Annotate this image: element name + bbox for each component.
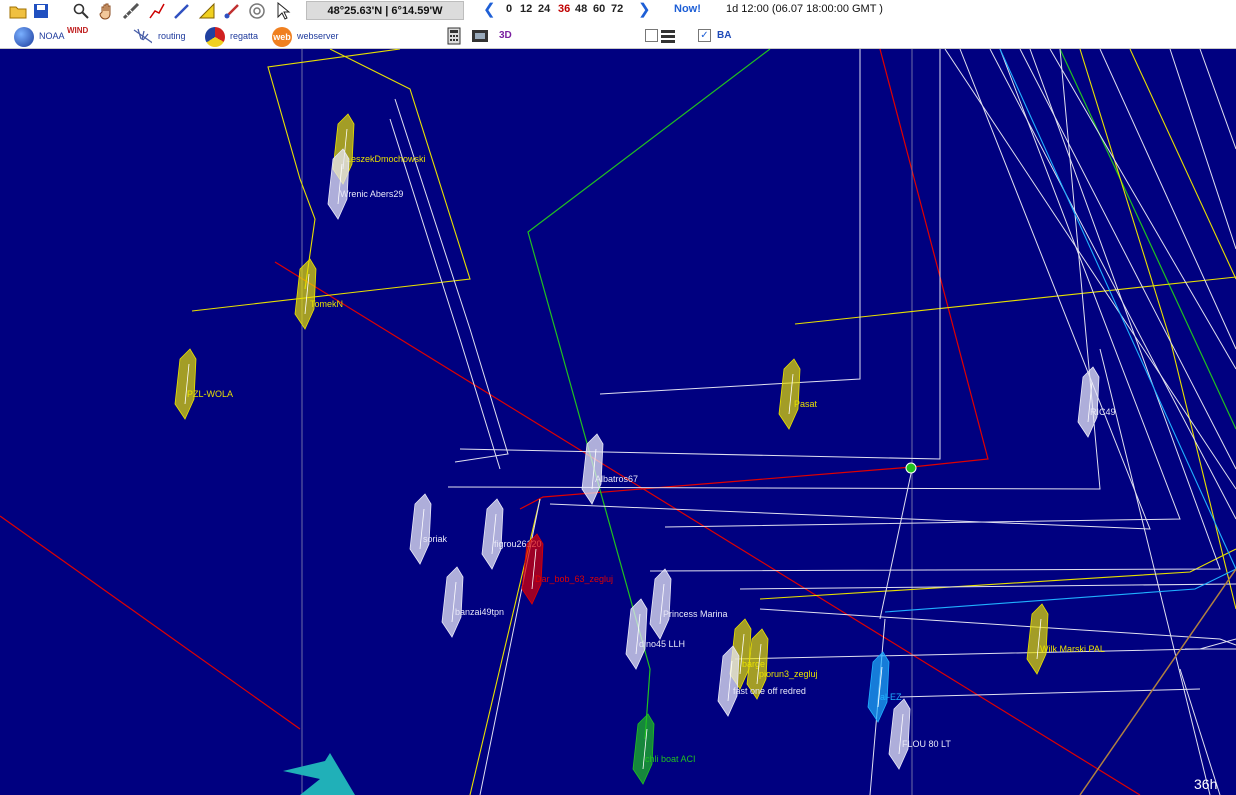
boat-label: soriak bbox=[423, 534, 448, 544]
regatta-icon[interactable] bbox=[205, 27, 225, 47]
step-forward-arrow-icon[interactable]: ❯ bbox=[638, 0, 651, 18]
pointer-arrow-icon[interactable] bbox=[273, 1, 293, 21]
boat-label: Albatros67 bbox=[595, 474, 638, 484]
boat-label: fast one off redred bbox=[733, 686, 806, 696]
boat-hull-icon bbox=[174, 348, 197, 420]
toolbar-row-main: 48°25.63'N | 6°14.59'W ❮ 0 12 24 36 48 6… bbox=[0, 0, 1236, 22]
cursor-coordinates: 48°25.63'N | 6°14.59'W bbox=[306, 1, 464, 20]
race-map[interactable]: LeszekDmochowski Wrenic Abers29 TomekN PZL-… bbox=[0, 49, 1236, 795]
boat-soriak[interactable]: soriak bbox=[409, 493, 448, 565]
hours-label: 36h bbox=[1194, 776, 1217, 792]
boat-label: Pasat bbox=[794, 399, 818, 409]
toolbar: 48°25.63'N | 6°14.59'W ❮ 0 12 24 36 48 6… bbox=[0, 0, 1236, 49]
layer-toggle-checkbox[interactable] bbox=[645, 29, 658, 42]
boat-hull-icon bbox=[717, 645, 740, 717]
boat-chli-boat-aci[interactable]: chli boat ACI bbox=[632, 713, 696, 785]
calculator-icon[interactable] bbox=[444, 26, 464, 46]
web-icon[interactable]: web bbox=[272, 27, 292, 47]
boat-hull-icon bbox=[441, 566, 464, 638]
boat-hull-icon bbox=[1077, 366, 1100, 438]
time-info: 1d 12:00 (06.07 18:00:00 GMT ) bbox=[726, 3, 883, 15]
time-step-60[interactable]: 60 bbox=[593, 3, 605, 15]
waypoint-marker[interactable] bbox=[905, 462, 917, 474]
boat-hull-icon bbox=[1026, 603, 1049, 675]
target-icon[interactable] bbox=[247, 1, 267, 21]
boat-hull-icon bbox=[778, 358, 801, 430]
toolbar-row-secondary: NOAA WIND routing regatta web webserver … bbox=[0, 25, 1236, 47]
now-button[interactable]: Now! bbox=[674, 3, 701, 15]
boats-layer: LeszekDmochowski Wrenic Abers29 TomekN PZL-… bbox=[174, 113, 1116, 785]
boat-pzl-wola[interactable]: PZL-WOLA bbox=[174, 348, 233, 420]
boat-label: al-EZ bbox=[880, 692, 902, 702]
menu-lines-icon[interactable] bbox=[658, 26, 678, 46]
hand-pan-icon[interactable] bbox=[97, 1, 117, 21]
time-step-36[interactable]: 36 bbox=[558, 3, 570, 15]
boat-label: piorun3_zegluj bbox=[759, 669, 818, 679]
routes-white bbox=[389, 49, 1236, 795]
boat-label: Wrenic Abers29 bbox=[340, 189, 403, 199]
boat-label: RIC49 bbox=[1090, 407, 1116, 417]
boat-hull-icon bbox=[294, 258, 317, 330]
boat-princess-marina[interactable]: Princess Marina bbox=[649, 568, 728, 640]
boat-label: LeszekDmochowski bbox=[346, 154, 426, 164]
open-folder-icon[interactable] bbox=[8, 1, 28, 21]
time-step-12[interactable]: 12 bbox=[520, 3, 532, 15]
boat-wilk-marski-pal[interactable]: Wilk Marski PAL bbox=[1026, 603, 1105, 675]
boat-hull-icon bbox=[649, 568, 672, 640]
route-draw-icon[interactable] bbox=[147, 1, 167, 21]
save-icon[interactable] bbox=[31, 1, 51, 21]
boat-hull-icon bbox=[632, 713, 655, 785]
course-lines-red bbox=[0, 49, 1141, 795]
boat-flou-80-lt[interactable]: FLOU 80 LT bbox=[888, 698, 951, 770]
time-step-72[interactable]: 72 bbox=[611, 3, 623, 15]
film-print-icon[interactable] bbox=[470, 26, 490, 46]
boat-label: FLOU 80 LT bbox=[902, 739, 951, 749]
webserver-label[interactable]: webserver bbox=[297, 31, 339, 41]
routing-label[interactable]: routing bbox=[158, 31, 186, 41]
step-back-arrow-icon[interactable]: ❮ bbox=[483, 0, 496, 18]
wind-label[interactable]: WIND bbox=[67, 26, 88, 35]
boat-dar-bob-63-zegluj[interactable]: Dar_bob_63_zegluj bbox=[521, 533, 613, 605]
boat-label: banzai49tpn bbox=[455, 607, 504, 617]
boat-banzai49tpn[interactable]: banzai49tpn bbox=[441, 566, 504, 638]
time-step-0[interactable]: 0 bbox=[506, 3, 512, 15]
boat-hull-icon bbox=[327, 148, 350, 220]
pencil-icon[interactable] bbox=[172, 1, 192, 21]
boat-label: Wilk Marski PAL bbox=[1040, 644, 1105, 654]
boat-pasat[interactable]: Pasat bbox=[778, 358, 818, 430]
time-step-48[interactable]: 48 bbox=[575, 3, 587, 15]
zoom-icon[interactable] bbox=[71, 1, 91, 21]
boat-hull-icon bbox=[481, 498, 504, 570]
boat-label: chli boat ACI bbox=[645, 754, 696, 764]
boat-label: Princess Marina bbox=[663, 609, 728, 619]
noaa-label[interactable]: NOAA bbox=[39, 31, 65, 41]
boat-hull-icon bbox=[625, 598, 648, 670]
boat-hull-icon bbox=[581, 433, 604, 505]
time-step-24[interactable]: 24 bbox=[538, 3, 550, 15]
ba-checkbox[interactable]: ✓ bbox=[698, 29, 711, 42]
route-brown bbox=[1079, 568, 1236, 795]
brush-icon[interactable] bbox=[222, 1, 242, 21]
boat-label: PZL-WOLA bbox=[187, 389, 233, 399]
boat-hull-icon bbox=[409, 493, 432, 565]
ba-label[interactable]: BA bbox=[717, 30, 731, 41]
regatta-label[interactable]: regatta bbox=[230, 31, 258, 41]
3d-button[interactable]: 3D bbox=[499, 30, 512, 41]
boat-label: Dar_bob_63_zegluj bbox=[535, 574, 613, 584]
boat-hull-icon bbox=[867, 651, 890, 723]
routing-icon[interactable] bbox=[132, 26, 152, 46]
boat-hull-icon bbox=[888, 698, 911, 770]
noaa-globe-icon[interactable] bbox=[14, 27, 34, 47]
big-cyan-arrow bbox=[283, 753, 355, 795]
ruler-icon[interactable] bbox=[121, 1, 141, 21]
measure-angle-icon[interactable] bbox=[197, 1, 217, 21]
boat-label: TomekN bbox=[310, 299, 343, 309]
map-canvas: LeszekDmochowski Wrenic Abers29 TomekN PZL-… bbox=[0, 49, 1236, 795]
boat-label: dino45 LLH bbox=[639, 639, 685, 649]
